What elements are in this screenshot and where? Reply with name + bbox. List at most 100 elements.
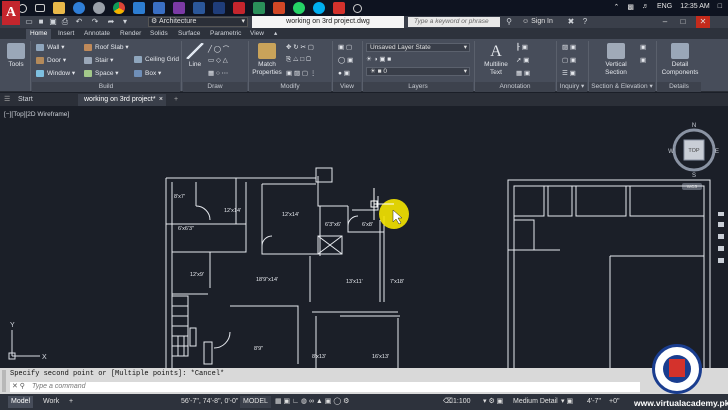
minimize-button[interactable]: – [658, 16, 672, 28]
security-icon[interactable] [153, 2, 165, 14]
match-properties-button[interactable]: Match Properties [250, 43, 284, 77]
whatsapp-icon[interactable] [293, 2, 305, 14]
settings-icon[interactable] [93, 2, 105, 14]
tab-surface[interactable]: Surface [174, 29, 204, 39]
navigation-bar[interactable] [718, 212, 724, 263]
autocad-taskbar-icon[interactable] [233, 2, 245, 14]
undo-icon[interactable]: ↶ [74, 17, 84, 27]
notifications-icon[interactable]: □ [718, 3, 722, 11]
cortana-icon[interactable] [353, 3, 362, 13]
skype-icon[interactable] [313, 2, 325, 14]
plot-icon[interactable]: ⎙ [60, 17, 70, 27]
close-command-line-icon[interactable]: ✕ ⚲ [12, 382, 25, 390]
leader-icon[interactable]: ➚ ▣ [516, 56, 529, 64]
search-icon[interactable]: ⚲ [504, 17, 514, 27]
command-input[interactable]: Type a command [10, 382, 640, 392]
move-icon[interactable]: ✥ ↻ ✂ ▢ [286, 43, 314, 51]
list-icon[interactable]: ☰ ▣ [562, 69, 576, 77]
dimension-icon[interactable]: ┠ ▣ [516, 43, 528, 51]
rectangle-icon[interactable]: ▭ ◇ △ [208, 56, 228, 64]
close-tab-icon[interactable]: × [159, 94, 163, 106]
store-icon[interactable] [133, 2, 145, 14]
layers-panel-label[interactable]: Layers [363, 82, 473, 92]
detail-dropdown-icon[interactable]: ▾ ▣ [558, 396, 576, 408]
view-tools-icon[interactable]: ▣ ▢ [338, 43, 352, 51]
close-button[interactable]: ✕ [696, 16, 710, 28]
area-icon[interactable]: ▢ ▣ [562, 56, 576, 64]
exchange-icon[interactable]: ✖ [566, 17, 576, 27]
stair-button[interactable]: Stair ▾ [84, 56, 113, 64]
acrobat-icon[interactable] [333, 2, 345, 14]
line-button[interactable]: Line [184, 43, 206, 69]
redo-icon[interactable]: ↷ [90, 17, 100, 27]
layer-state-dropdown[interactable]: Unsaved Layer State ▾ [366, 43, 470, 52]
hatch-icon[interactable]: ▦ ○ ⋯ [208, 69, 228, 77]
save-as-icon[interactable]: ▣ [48, 17, 58, 27]
drawing-area[interactable]: [−][Top][2D Wireframe] TOP N S E W WCS Y… [0, 106, 728, 368]
ceiling-grid-button[interactable]: Ceiling Grid [134, 56, 179, 63]
box-button[interactable]: Box ▾ [134, 69, 161, 77]
share-icon[interactable]: ➦ [106, 17, 116, 27]
stretch-icon[interactable]: ▣ ▨ ▢ ⋮ [286, 69, 316, 77]
file-tab-current[interactable]: working on 3rd project* × [78, 94, 166, 106]
section-elevation-panel-label[interactable]: Section & Elevation ▾ [589, 82, 655, 92]
door-button[interactable]: Door ▾ [36, 56, 66, 64]
visual-style-icon[interactable]: ◯ ▣ [338, 56, 353, 64]
polyline-icon[interactable]: ╱ ◯ ⌒ [208, 43, 229, 53]
save-icon[interactable]: ■ [36, 17, 46, 27]
tab-home[interactable]: Home [26, 29, 52, 39]
wall-button[interactable]: Wall ▾ [36, 43, 64, 51]
table-icon[interactable]: ▦ ▣ [516, 69, 530, 77]
search-input[interactable]: Type a keyword or phrase [408, 17, 500, 27]
volume-icon[interactable]: ♬ [642, 3, 649, 11]
sign-in-button[interactable]: ☺ Sign In [522, 16, 553, 28]
open-icon[interactable]: ▭ [24, 17, 34, 27]
detail-components-button[interactable]: Detail Components [660, 43, 700, 77]
new-tab-button[interactable]: + [168, 94, 184, 106]
tab-parametric[interactable]: Parametric [206, 29, 245, 39]
autocad-app-logo[interactable]: A [2, 1, 20, 25]
elevation-readout[interactable]: 4'-7" [584, 396, 604, 408]
edge-icon[interactable] [73, 2, 85, 14]
ribbon-toggle-icon[interactable]: ▴ [270, 29, 281, 39]
add-layout-button[interactable]: + [66, 396, 76, 408]
annotation-scale[interactable]: 1:100 [450, 396, 474, 408]
language-indicator[interactable]: ENG [657, 3, 672, 11]
media-icon[interactable] [253, 2, 265, 14]
copy-icon[interactable]: ⎘ △ □ ▢ [286, 56, 311, 64]
tab-annotate[interactable]: Annotate [80, 29, 114, 39]
model-space-toggle[interactable]: MODEL [240, 396, 271, 408]
build-panel-label[interactable]: Build [32, 82, 180, 92]
tab-view[interactable]: View [246, 29, 268, 39]
callout-icon[interactable]: ▣ [640, 56, 646, 64]
file-explorer-icon[interactable] [53, 2, 65, 14]
scale-tools-icon[interactable]: ▾ ⚙ ▣ [480, 396, 506, 408]
vertical-section-button[interactable]: Vertical Section [596, 43, 636, 77]
view-panel-label[interactable]: View [333, 82, 361, 92]
powerpoint-icon[interactable] [273, 2, 285, 14]
layer-tools-icon[interactable]: ☀ ◑ ▣ ■ [366, 55, 391, 63]
chrome-icon[interactable] [113, 2, 125, 14]
task-view-icon[interactable] [35, 4, 45, 12]
elevation-icon[interactable]: ▣ [640, 43, 646, 51]
window-button[interactable]: Window ▾ [36, 69, 75, 77]
word-icon[interactable] [193, 2, 205, 14]
photoshop-icon[interactable] [213, 2, 225, 14]
roof-slab-button[interactable]: Roof Slab ▾ [84, 43, 129, 51]
workspace-selector[interactable]: ⚙ Architecture ▾ [148, 17, 248, 27]
help-icon[interactable]: ? [580, 17, 590, 27]
floor-plan-right[interactable] [507, 179, 711, 368]
tab-render[interactable]: Render [116, 29, 145, 39]
network-icon[interactable]: ▩ [627, 3, 634, 11]
multiline-text-button[interactable]: A Multiline Text [478, 43, 514, 77]
model-tab[interactable]: Model [8, 396, 34, 408]
annotation-panel-label[interactable]: Annotation [475, 82, 555, 92]
onenote-icon[interactable] [173, 2, 185, 14]
work-tab[interactable]: Work [40, 396, 62, 408]
modify-panel-label[interactable]: Modify [249, 82, 331, 92]
tools-button[interactable]: Tools [4, 43, 28, 69]
named-views-icon[interactable]: ● ▣ [338, 69, 350, 77]
layer-dropdown[interactable]: ☀ ■ 0 ▾ [366, 67, 470, 76]
measure-icon[interactable]: ▨ ▣ [562, 43, 576, 51]
snap-toggles-icon[interactable]: ▦ ▣ ∟ ◍ ∞ ▲ ▣ ◯ ⚙ [272, 396, 352, 408]
